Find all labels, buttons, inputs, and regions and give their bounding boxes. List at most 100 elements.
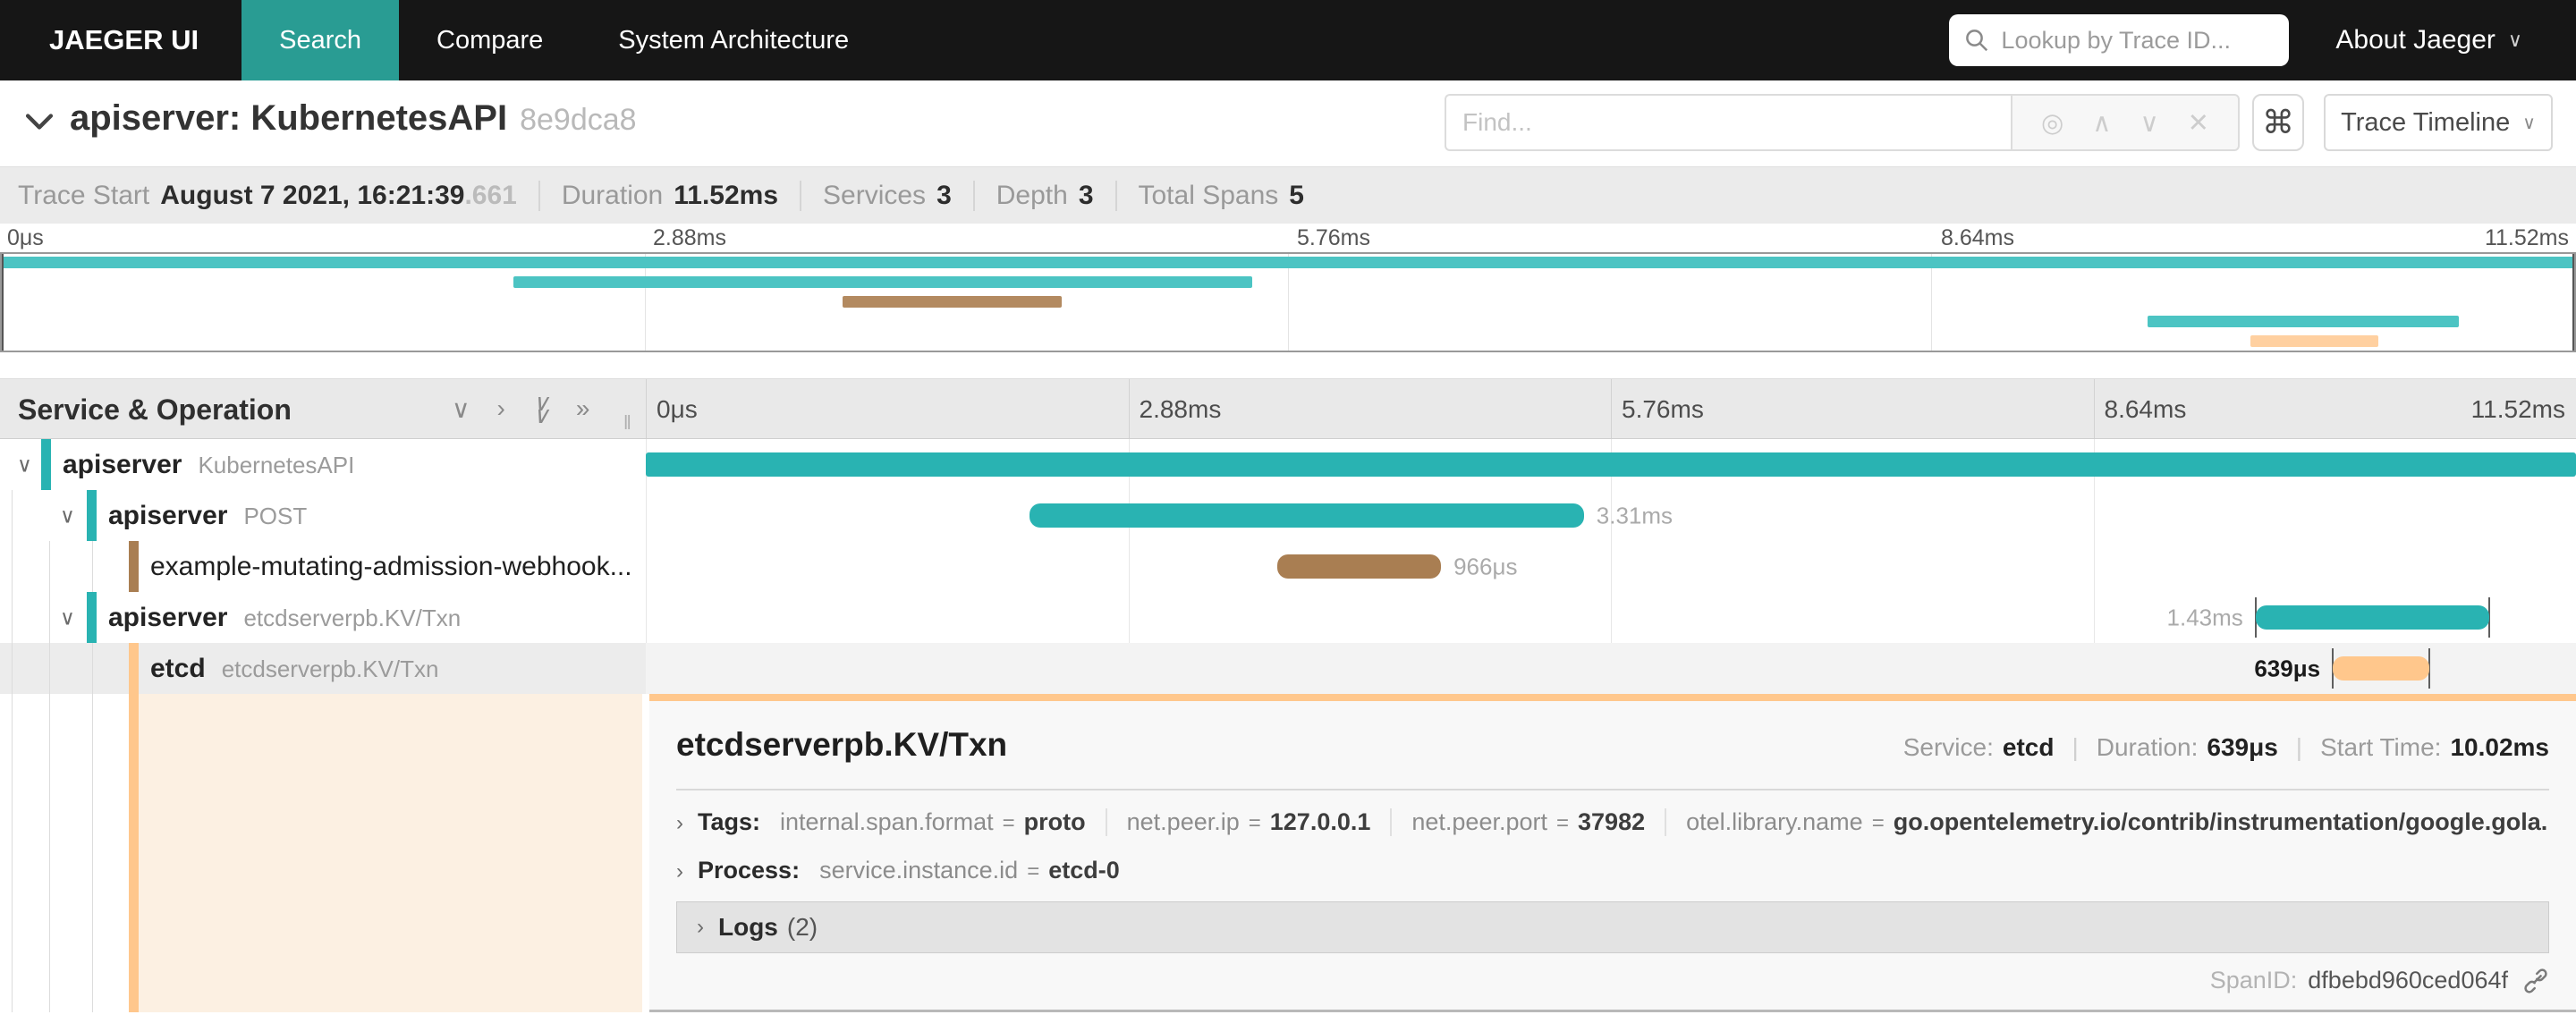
span-color-bar — [129, 694, 139, 1012]
nav-tab-system-architecture[interactable]: System Architecture — [580, 0, 886, 80]
collapse-span-chevron-icon[interactable]: ∨ — [60, 503, 75, 528]
span-service: example-mutating-admission-webhook... — [150, 551, 632, 581]
expand-all-icon[interactable]: » — [576, 394, 590, 423]
minimap-gridline — [645, 254, 646, 351]
logs-accordion[interactable]: › Logs (2) — [676, 901, 2549, 953]
tag-value: go.opentelemetry.io/contrib/instrumentat… — [1893, 808, 2549, 835]
collapse-span-chevron-icon[interactable]: ∨ — [17, 452, 32, 477]
tag-key: net.peer.port — [1411, 808, 1547, 835]
view-range-right-scrubber[interactable] — [2572, 254, 2574, 351]
span-operation: etcdserverpb.KV/Txn — [221, 655, 439, 682]
logs-label: Logs — [718, 913, 778, 941]
span-service-value: etcd — [2002, 733, 2055, 761]
span-detail-title: etcdserverpb.KV/Txn — [676, 726, 1008, 763]
span-row-apiserver-post[interactable]: ∨ apiserver POST 3.31ms — [0, 490, 2576, 541]
tree-guide-line — [49, 643, 50, 694]
span-detail-tint — [139, 694, 642, 1012]
span-duration-label: 1.43ms — [2166, 604, 2243, 630]
span-operation: KubernetesAPI — [198, 451, 355, 478]
span-color-bar — [129, 541, 139, 592]
span-row-apiserver-kubernetesapi[interactable]: ∨ apiserver KubernetesAPI — [0, 439, 2576, 490]
span-duration-bar[interactable] — [2333, 656, 2429, 681]
chevron-down-icon: ∨ — [2507, 29, 2522, 51]
total-spans-item: Total Spans 5 — [1114, 180, 1304, 211]
tree-guide-line — [12, 490, 13, 541]
trace-start-item: Trace Start August 7 2021, 16:21:39 .661 — [18, 180, 517, 210]
tick-label: 11.52ms — [2484, 225, 2569, 250]
minimap-span-bar — [513, 276, 1252, 288]
command-icon: ⌘ — [2262, 104, 2294, 140]
tick-label: 2.88ms — [653, 225, 726, 250]
trace-minimap[interactable] — [0, 252, 2576, 352]
header-gridline — [1611, 379, 1612, 438]
trace-title: apiserver: KubernetesAPI 8e9dca8 — [70, 98, 637, 138]
trace-summary-bar: Trace Start August 7 2021, 16:21:39 .661… — [0, 166, 2576, 224]
tick-label: 8.64ms — [2104, 395, 2187, 423]
service-operation-header: Service & Operation ∨ › ∨ ∨ » ‖ — [0, 379, 646, 438]
trace-id: 8e9dca8 — [520, 103, 637, 137]
span-detail-accent-bar — [649, 694, 2576, 701]
span-detail-zone: etcdserverpb.KV/Txn Service: etcd | Durat… — [0, 694, 2576, 1012]
span-service: apiserver — [63, 449, 182, 479]
link-icon[interactable] — [2522, 968, 2549, 994]
trace-lookup-box[interactable] — [1949, 14, 2290, 66]
tree-guide-line — [12, 694, 13, 1012]
keyboard-shortcuts-button[interactable]: ⌘ — [2252, 94, 2304, 151]
trace-view-selector[interactable]: Trace Timeline ∨ — [2324, 94, 2553, 151]
span-operation: POST — [243, 502, 308, 529]
tags-row[interactable]: › Tags: internal.span.format = proto net.p… — [676, 808, 2549, 836]
collapse-span-chevron-icon[interactable]: ∨ — [60, 605, 75, 630]
find-clear-icon[interactable]: ✕ — [2188, 107, 2209, 139]
expand-one-icon[interactable]: › — [497, 394, 505, 423]
header-gridline — [2093, 379, 2095, 438]
find-input[interactable] — [1445, 94, 2011, 151]
span-detail-left-strip — [0, 694, 646, 1012]
find-prev-icon[interactable]: ∧ — [2092, 107, 2111, 139]
tag-value: proto — [1023, 808, 1086, 835]
tick-label: 5.76ms — [1297, 225, 1370, 250]
tree-guide-line — [92, 643, 93, 694]
depth-item: Depth 3 — [972, 180, 1094, 211]
process-row[interactable]: › Process: service.instance.id = etcd-0 — [676, 857, 2549, 884]
minimap-tick-labels: 0μs 2.88ms 5.76ms 8.64ms 11.52ms — [0, 225, 2576, 252]
span-start-value: 10.02ms — [2450, 733, 2549, 761]
span-duration-label: 966μs — [1453, 553, 1518, 579]
span-duration-bar[interactable] — [1276, 554, 1442, 579]
tree-guide-line — [49, 592, 50, 643]
locate-icon[interactable]: ◎ — [2041, 107, 2063, 139]
span-duration-label: 639μs — [2254, 655, 2321, 681]
nav-tab-compare[interactable]: Compare — [399, 0, 580, 80]
nav-tab-search[interactable]: Search — [242, 0, 399, 80]
span-row-apiserver-etcd-txn[interactable]: ∨ apiserver etcdserverpb.KV/Txn 1.43ms — [0, 592, 2576, 643]
span-row-etcd-txn-selected[interactable]: etcd etcdserverpb.KV/Txn 639μs — [0, 643, 2576, 694]
span-operation: etcdserverpb.KV/Txn — [243, 604, 462, 631]
span-row-webhook[interactable]: example-mutating-admission-webhook... 96… — [0, 541, 2576, 592]
tag-key: internal.span.format — [780, 808, 994, 835]
process-label: Process: — [698, 857, 801, 884]
collapse-all-icon[interactable]: ∨ ∨ — [532, 390, 549, 427]
find-next-icon[interactable]: ∨ — [2140, 107, 2158, 139]
span-duration-bar[interactable] — [2255, 605, 2489, 630]
view-range-left-scrubber[interactable] — [2, 254, 4, 351]
span-detail-meta: Service: etcd | Duration: 639μs | Start Ti… — [1902, 733, 2549, 761]
tag-key: net.peer.ip — [1126, 808, 1240, 835]
app-brand: JAEGER UI — [49, 24, 199, 55]
span-duration-value: 639μs — [2207, 733, 2278, 761]
chevron-right-icon: › — [676, 811, 683, 835]
span-duration-bar[interactable] — [1030, 503, 1584, 528]
span-color-bar — [41, 439, 51, 490]
collapse-one-icon[interactable]: ∨ — [452, 394, 470, 424]
services-item: Services 3 — [800, 180, 952, 211]
minimap-span-bar — [843, 296, 1062, 308]
trace-lookup-input[interactable] — [2001, 26, 2275, 55]
top-nav: JAEGER UI Search Compare System Architec… — [0, 0, 2576, 80]
span-duration-bar[interactable] — [646, 452, 2576, 477]
service-operation-title: Service & Operation — [18, 393, 292, 426]
span-service: etcd — [150, 653, 206, 683]
collapse-trace-chevron-icon[interactable] — [23, 107, 55, 136]
about-jaeger-label: About Jaeger — [2335, 25, 2496, 55]
minimap-gridline — [1931, 254, 1932, 351]
about-jaeger-menu[interactable]: About Jaeger ∨ — [2335, 25, 2522, 55]
tick-label: 8.64ms — [1941, 225, 2014, 250]
column-resize-grip[interactable]: ‖ — [623, 411, 633, 435]
